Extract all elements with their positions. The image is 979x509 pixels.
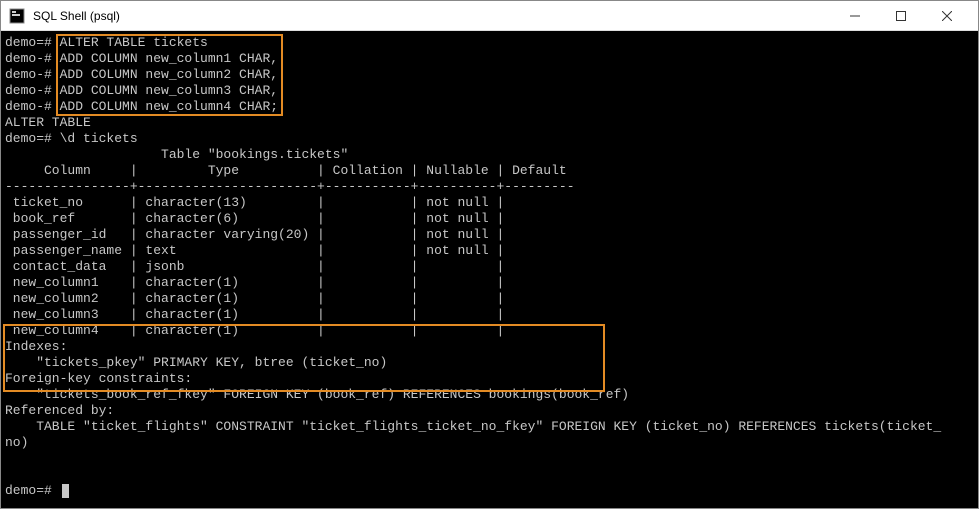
table-header: Column | Type | Collation | Nullable | D… bbox=[5, 163, 567, 178]
sql-line: ADD COLUMN new_column1 CHAR, bbox=[60, 51, 278, 66]
command-line: demo=# \d tickets bbox=[5, 131, 138, 146]
output-line: ALTER TABLE bbox=[5, 115, 91, 130]
table-row: book_ref | character(6) | | not null | bbox=[5, 211, 504, 226]
sql-line: ALTER TABLE tickets bbox=[60, 35, 208, 50]
table-row: ticket_no | character(13) | | not null | bbox=[5, 195, 504, 210]
prompt: demo-# bbox=[5, 83, 60, 98]
prompt: demo-# bbox=[5, 99, 60, 114]
sql-line: ADD COLUMN new_column2 CHAR, bbox=[60, 67, 278, 82]
prompt: demo=# bbox=[5, 35, 60, 50]
table-row: new_column4 | character(1) | | | bbox=[5, 323, 504, 338]
prompt: demo-# bbox=[5, 51, 60, 66]
section-header: Referenced by: bbox=[5, 403, 114, 418]
prompt: demo-# bbox=[5, 67, 60, 82]
table-separator: ----------------+-----------------------… bbox=[5, 179, 575, 194]
fk-line: "tickets_book_ref_fkey" FOREIGN KEY (boo… bbox=[5, 387, 629, 402]
window-title: SQL Shell (psql) bbox=[33, 9, 832, 23]
section-header: Foreign-key constraints: bbox=[5, 371, 192, 386]
sql-line: ADD COLUMN new_column4 CHAR; bbox=[60, 99, 278, 114]
table-row: new_column1 | character(1) | | | bbox=[5, 275, 504, 290]
table-row: new_column2 | character(1) | | | bbox=[5, 291, 504, 306]
ref-line: no) bbox=[5, 435, 28, 450]
minimize-button[interactable] bbox=[832, 1, 878, 30]
maximize-button[interactable] bbox=[878, 1, 924, 30]
table-row: new_column3 | character(1) | | | bbox=[5, 307, 504, 322]
titlebar[interactable]: SQL Shell (psql) bbox=[1, 1, 978, 31]
cursor bbox=[62, 484, 69, 498]
psql-window: SQL Shell (psql) demo=# ALTER TABLE tick… bbox=[0, 0, 979, 509]
table-title: Table "bookings.tickets" bbox=[5, 147, 348, 162]
table-row: passenger_name | text | | not null | bbox=[5, 243, 504, 258]
close-button[interactable] bbox=[924, 1, 970, 30]
table-row: passenger_id | character varying(20) | |… bbox=[5, 227, 504, 242]
terminal-output[interactable]: demo=# ALTER TABLE tickets demo-# ADD CO… bbox=[1, 31, 978, 508]
ref-line: TABLE "ticket_flights" CONSTRAINT "ticke… bbox=[5, 419, 941, 434]
app-icon bbox=[9, 8, 25, 24]
index-line: "tickets_pkey" PRIMARY KEY, btree (ticke… bbox=[5, 355, 387, 370]
section-header: Indexes: bbox=[5, 339, 67, 354]
table-row: contact_data | jsonb | | | bbox=[5, 259, 504, 274]
sql-line: ADD COLUMN new_column3 CHAR, bbox=[60, 83, 278, 98]
window-controls bbox=[832, 1, 970, 30]
prompt: demo=# bbox=[5, 483, 60, 498]
